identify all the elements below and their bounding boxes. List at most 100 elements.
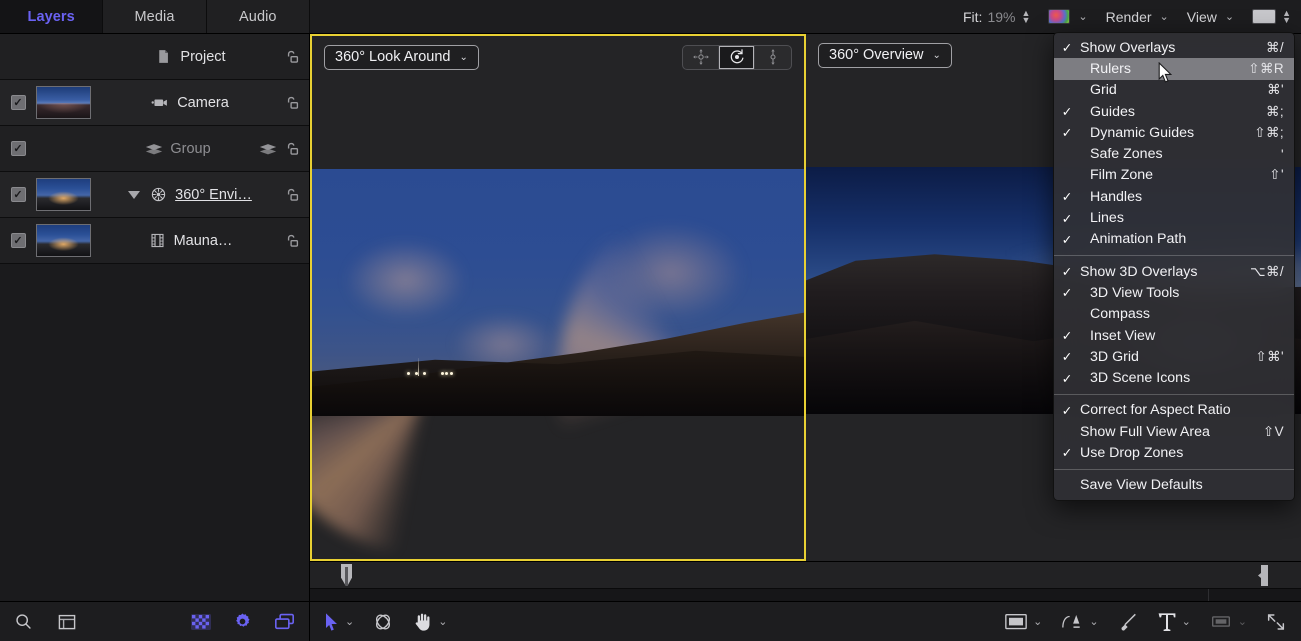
chevron-down-icon: ⌄	[1225, 10, 1234, 23]
viewport-right-view-label: 360° Overview	[829, 47, 923, 63]
sidebar-bottom-toolbar	[0, 601, 310, 641]
row-icon-cell	[283, 232, 301, 250]
chevron-down-icon: ⌄	[1238, 615, 1247, 628]
orbit-3d-tool[interactable]	[719, 46, 755, 69]
canvas-top-toolbar: Fit: 19% ▲▼ ⌄ Render ⌄ View ⌄ ▲▼	[310, 0, 1301, 34]
row-checkbox-cell[interactable]: ✓	[0, 233, 36, 248]
viewport-right-view-popup[interactable]: 360° Overview ⌄	[818, 43, 952, 68]
menu-item-inset-view[interactable]: ✓ Inset View	[1054, 325, 1294, 346]
menu-item-show-3d-overlays[interactable]: ✓ Show 3D Overlays ⌥⌘/	[1054, 261, 1294, 282]
shape-rectangle-tool[interactable]: ⌄	[1004, 612, 1042, 631]
panels-icon[interactable]	[274, 613, 295, 630]
checkmark-icon: ✓	[1054, 232, 1080, 247]
row-icon-cell	[283, 94, 301, 112]
menu-separator	[1054, 255, 1294, 256]
table-row[interactable]: Project	[0, 34, 309, 80]
table-row[interactable]: ✓ Mauna…	[0, 218, 309, 264]
pan-3d-tool[interactable]	[683, 46, 719, 69]
layer-name-cell: 360° Envi…	[97, 186, 283, 203]
unlocked-icon[interactable]	[283, 186, 301, 204]
paint-stroke-tool[interactable]	[1117, 611, 1139, 633]
view-dropdown-menu: ✓ Show Overlays ⌘/ Rulers ⇧⌘R Grid ⌘' ✓ …	[1053, 32, 1295, 501]
menu-item-grid[interactable]: Grid ⌘'	[1054, 80, 1294, 101]
chevron-down-icon: ⌄	[1089, 615, 1098, 628]
thumbnail-image	[37, 87, 90, 118]
viewport-left-view-label: 360° Look Around	[335, 49, 450, 65]
checkmark-icon: ✓	[1054, 211, 1080, 226]
checkbox[interactable]: ✓	[11, 233, 26, 248]
menu-item-animation-path[interactable]: ✓ Animation Path	[1054, 229, 1294, 250]
pan-hand-tool[interactable]: ⌄	[412, 611, 447, 632]
menu-item-use-drop-zones[interactable]: ✓ Use Drop Zones	[1054, 442, 1294, 463]
menu-item-safe-zones[interactable]: Safe Zones '	[1054, 143, 1294, 164]
3d-transform-tool[interactable]	[372, 611, 394, 633]
menu-item-label: Film Zone	[1080, 167, 1269, 183]
select-tool[interactable]: ⌄	[324, 612, 354, 632]
unlocked-icon[interactable]	[283, 232, 301, 250]
unlocked-icon[interactable]	[283, 94, 301, 112]
unlocked-icon[interactable]	[283, 140, 301, 158]
tab-audio[interactable]: Audio	[207, 0, 310, 33]
checkbox[interactable]: ✓	[11, 95, 26, 110]
display-layout-control[interactable]: ▲▼	[1252, 9, 1291, 24]
disclosure-triangle-icon[interactable]	[128, 191, 140, 199]
checkbox[interactable]: ✓	[11, 187, 26, 202]
text-tool[interactable]: ⌄	[1157, 611, 1191, 633]
menu-item-show-overlays[interactable]: ✓ Show Overlays ⌘/	[1054, 37, 1294, 58]
menu-item-film-zone[interactable]: Film Zone ⇧'	[1054, 165, 1294, 186]
layer-name-cell: Mauna…	[97, 232, 283, 249]
bezier-pen-tool[interactable]: ⌄	[1060, 611, 1098, 633]
menu-item-handles[interactable]: ✓ Handles	[1054, 186, 1294, 207]
menu-item-show-full-view-area[interactable]: Show Full View Area ⇧V	[1054, 421, 1294, 442]
thumbnail-image	[37, 179, 90, 210]
layout-panel-icon[interactable]	[57, 612, 77, 632]
fit-stepper[interactable]: ▲▼	[1021, 10, 1030, 24]
chevron-down-icon: ⌄	[1160, 10, 1169, 23]
menu-item-lines[interactable]: ✓ Lines	[1054, 207, 1294, 228]
group-stack-icon	[259, 142, 277, 156]
menu-item-3d-view-tools[interactable]: ✓ 3D View Tools	[1054, 282, 1294, 303]
menu-item-save-view-defaults[interactable]: Save View Defaults	[1054, 475, 1294, 496]
menu-item-label: Compass	[1080, 306, 1284, 322]
menu-item-3d-grid[interactable]: ✓ 3D Grid ⇧⌘'	[1054, 346, 1294, 367]
mask-tool[interactable]: ⌄	[1209, 612, 1247, 631]
settings-gear-icon[interactable]	[233, 612, 252, 631]
menu-item-label: Rulers	[1080, 61, 1248, 77]
search-icon[interactable]	[14, 612, 33, 631]
transparency-grid-icon[interactable]	[191, 614, 211, 630]
row-checkbox-cell[interactable]: ✓	[0, 141, 36, 156]
table-row[interactable]: ✓ Camera	[0, 80, 309, 126]
expand-view-icon[interactable]	[1265, 611, 1287, 633]
checkmark-icon: ✓	[1054, 328, 1080, 343]
render-menu-button[interactable]: Render ⌄	[1106, 9, 1169, 25]
timeline-ruler[interactable]	[310, 561, 1301, 589]
menu-item-label: Use Drop Zones	[1080, 445, 1284, 461]
menu-item-guides[interactable]: ✓ Guides ⌘;	[1054, 101, 1294, 122]
view-menu-button[interactable]: View ⌄	[1187, 9, 1234, 25]
unlocked-icon[interactable]	[283, 48, 301, 66]
menu-item-dynamic-guides[interactable]: ✓ Dynamic Guides ⇧⌘;	[1054, 122, 1294, 143]
menu-item-correct-for-aspect-ratio[interactable]: ✓ Correct for Aspect Ratio	[1054, 400, 1294, 421]
table-row[interactable]: ✓ 360° Envi…	[0, 172, 309, 218]
out-point-marker[interactable]	[1258, 565, 1268, 586]
fit-zoom-control[interactable]: Fit: 19% ▲▼	[963, 9, 1030, 25]
display-stepper[interactable]: ▲▼	[1282, 10, 1291, 24]
checkmark-icon: ✓	[1054, 104, 1080, 119]
dolly-3d-tool[interactable]	[755, 46, 791, 69]
menu-separator	[1054, 394, 1294, 395]
playhead-marker[interactable]	[341, 564, 352, 586]
checkbox[interactable]: ✓	[11, 141, 26, 156]
tab-layers[interactable]: Layers	[0, 0, 103, 33]
row-checkbox-cell[interactable]: ✓	[0, 95, 36, 110]
viewport-look-around[interactable]: 360° Look Around ⌄	[310, 34, 806, 561]
chevron-down-icon: ⌄	[1182, 615, 1191, 628]
menu-item-rulers[interactable]: Rulers ⇧⌘R	[1054, 58, 1294, 79]
table-row[interactable]: ✓ Group	[0, 126, 309, 172]
color-channels-button[interactable]: ⌄	[1048, 9, 1087, 24]
row-checkbox-cell[interactable]: ✓	[0, 187, 36, 202]
tab-media[interactable]: Media	[103, 0, 206, 33]
viewport-left-view-popup[interactable]: 360° Look Around ⌄	[324, 45, 479, 70]
chevron-down-icon: ⌄	[438, 615, 447, 628]
menu-item-3d-scene-icons[interactable]: ✓ 3D Scene Icons	[1054, 367, 1294, 388]
menu-item-compass[interactable]: Compass	[1054, 304, 1294, 325]
